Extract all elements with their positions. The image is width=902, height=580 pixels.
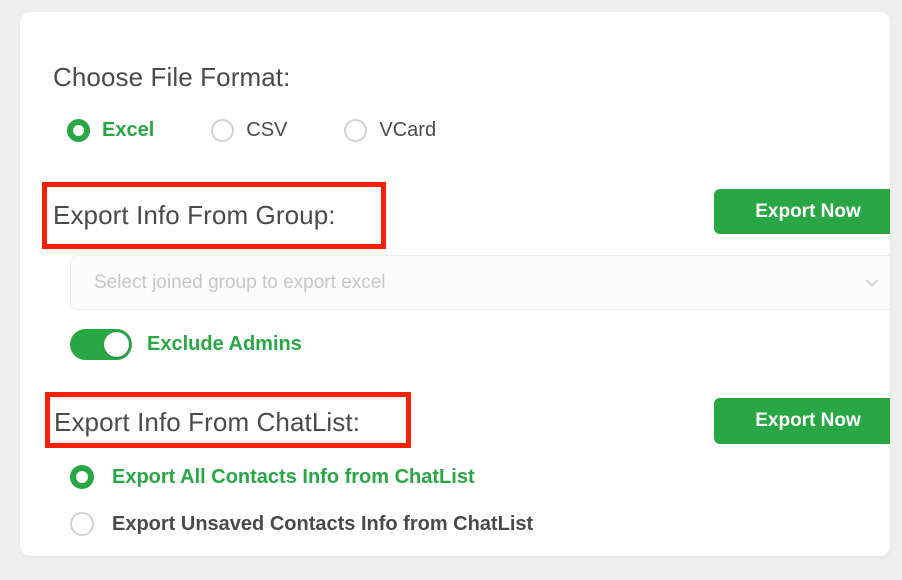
file-format-radio-group: Excel CSV VCard bbox=[67, 119, 436, 142]
export-info-from-group-title: Export Info From Group: bbox=[53, 200, 336, 230]
radio-option-vcard[interactable]: VCard bbox=[344, 119, 436, 142]
radio-vcard-label: VCard bbox=[379, 119, 437, 141]
radio-vcard-indicator-icon[interactable] bbox=[344, 119, 368, 142]
radio-csv-indicator-icon[interactable] bbox=[211, 119, 235, 142]
radio-export-unsaved-indicator-icon[interactable] bbox=[70, 512, 94, 536]
export-settings-card: Choose File Format: Excel CSV VCard Expo… bbox=[20, 12, 890, 556]
exclude-admins-label: Exclude Admins bbox=[147, 333, 302, 355]
radio-excel-indicator-icon[interactable] bbox=[67, 119, 90, 142]
radio-option-export-unsaved-contacts[interactable]: Export Unsaved Contacts Info from ChatLi… bbox=[70, 512, 533, 536]
page-background: Choose File Format: Excel CSV VCard Expo… bbox=[0, 0, 902, 580]
choose-file-format-title: Choose File Format: bbox=[53, 62, 291, 92]
radio-export-all-indicator-icon[interactable] bbox=[70, 465, 94, 489]
export-group-now-button[interactable]: Export Now bbox=[714, 189, 890, 234]
radio-excel-label: Excel bbox=[102, 119, 155, 141]
radio-export-all-label: Export All Contacts Info from ChatList bbox=[112, 465, 475, 488]
chevron-down-icon[interactable] bbox=[864, 275, 880, 291]
radio-option-excel[interactable]: Excel bbox=[67, 119, 154, 142]
exclude-admins-row: Exclude Admins bbox=[70, 329, 302, 360]
export-chatlist-now-button[interactable]: Export Now bbox=[714, 398, 890, 444]
radio-option-csv[interactable]: CSV bbox=[211, 119, 287, 142]
radio-csv-label: CSV bbox=[246, 119, 288, 141]
radio-export-unsaved-label: Export Unsaved Contacts Info from ChatLi… bbox=[112, 512, 534, 535]
group-select-placeholder-text: Select joined group to export excel bbox=[94, 271, 386, 293]
exclude-admins-toggle[interactable] bbox=[70, 329, 132, 360]
radio-option-export-all-contacts[interactable]: Export All Contacts Info from ChatList bbox=[70, 465, 475, 489]
group-select-dropdown[interactable]: Select joined group to export excel bbox=[70, 255, 890, 310]
export-info-from-chatlist-title: Export Info From ChatList: bbox=[54, 407, 361, 437]
toggle-knob bbox=[104, 332, 129, 357]
